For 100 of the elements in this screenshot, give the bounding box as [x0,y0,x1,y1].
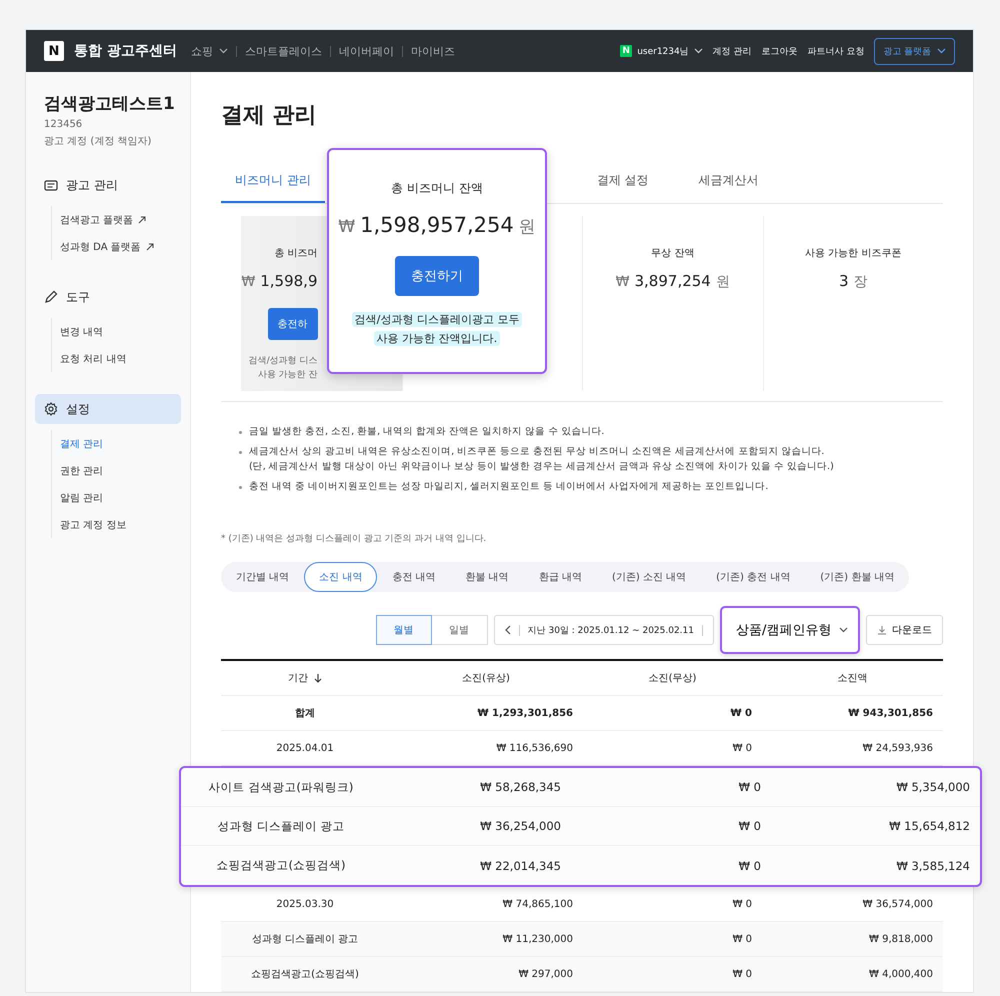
header-link[interactable]: 계정 관리 [712,44,752,58]
column-header[interactable]: 소진(무상) [583,671,762,685]
download-button[interactable]: 다운로드 [866,615,943,645]
table-cell-text: ₩ 0 [732,742,753,754]
free-balance-amount: 3,897,254 [634,272,711,290]
notice-text: 금일 발생한 충전, 소진, 환불, 내역의 합계와 잔액은 일치하지 않을 수 있습니다. [249,425,604,439]
bullet-icon [239,451,242,454]
sidebar-item[interactable]: 결제 관리 [60,430,181,457]
sidebar-item[interactable]: 변경 내역 [60,318,181,345]
balance-note: 검색/성과형 디스플레이광고 모두 [352,312,522,327]
table-cell-text: ₩ 0 [732,934,753,944]
platform-button[interactable]: 광고 플랫폼 [874,38,955,64]
notice-text: 세금계산서 상의 광고비 내역은 유상소진이며, 비즈쿠폰 등으로 충전된 무상 비즈머니 소진액은 세금계산서에 포함되지 않습니다. [249,445,826,459]
charge-button[interactable]: 충전하 [268,308,318,340]
balance-note: 검색/성과형 디스 [248,355,318,368]
unit-label: 장 [854,273,868,291]
sidebar-item[interactable]: 광고 계정 정보 [60,511,181,538]
nav-link[interactable]: 스마트플레이스 [244,44,322,58]
history-tab[interactable]: 기간별 내역 [221,562,304,592]
tab[interactable]: 비즈머니 관리 [221,160,325,203]
account-id: 123456 [43,119,84,130]
table-cell-text: ₩ 58,268,345 [479,780,562,794]
history-tab[interactable]: (기존) 충전 내역 [701,562,806,592]
unit-label: 원 [716,273,730,291]
table-cell-text: ₩ 36,254,000 [479,819,562,833]
table-cell-text: 합계 [294,707,316,720]
coupon-count: 3 [838,272,849,290]
footnote: * (기존) 내역은 성과형 디스플레이 광고 기준의 과거 내역 입니다. [221,533,488,545]
sidebar-item[interactable]: 검색광고 플랫폼 [60,206,181,233]
pencil-icon [44,290,58,304]
table-cell-text: ₩ 943,301,856 [847,708,934,718]
table-cell-text: ₩ 5,354,000 [895,780,971,794]
period-toggle[interactable]: 월별 [376,615,432,645]
header-link[interactable]: 로그아웃 [762,44,798,58]
period-toggle[interactable]: 일별 [432,615,488,645]
nav-link[interactable]: 네이버페이 [338,44,394,58]
table-cell-text: ₩ 0 [732,968,753,980]
table-cell-text: ₩ 0 [738,858,762,872]
balance-title: 총 비즈머 [274,247,318,260]
sidebar-item[interactable]: 요청 처리 내역 [60,345,181,372]
table-cell-text: 2025.03.30 [275,898,335,910]
history-tab[interactable]: (기존) 소진 내역 [596,562,702,592]
notice-text: (단, 세금계산서 발행 대상이 아닌 위약금이나 보상 등이 발생한 경우는 세금계산서 금액과 유상 소진액에 차이가 있을 수 있습니다.) [249,460,834,474]
bullet-icon [239,486,242,489]
charge-button[interactable]: 충전하기 [395,256,479,296]
sidebar-item[interactable]: 알림 관리 [60,484,181,511]
sidebar-section[interactable]: 광고 관리 [35,170,181,200]
table-cell-text: 성과형 디스플레이 광고 [216,818,346,834]
table-cell-text: 쇼핑검색광고(쇼핑검색) [250,968,360,981]
history-tab[interactable]: (기존) 환불 내역 [805,562,910,592]
notice-text: 충전 내역 중 네이버지원포인트는 성장 마일리지, 셀러지원포인트 등 네이버에서 사업자에게 제공하는 포인트입니다. [249,480,768,494]
column-header[interactable]: 소진액 [762,671,943,685]
chevron-down-icon [839,627,848,633]
nav-link[interactable]: 마이비즈 [410,44,455,58]
balance-note: 사용 가능한 잔액입니다. [374,331,500,346]
table-cell-text: ₩ 36,574,000 [862,898,934,910]
table-cell-text: ₩ 0 [738,780,762,794]
chevron-down-icon [937,48,946,54]
table-cell-text: ₩ 24,593,936 [862,742,934,754]
sidebar-section[interactable]: 도구 [35,282,181,312]
table-cell-text: ₩ 15,654,812 [888,819,971,833]
table-cell-text: ₩ 22,014,345 [479,858,562,872]
balance-amount: 1,598,957,254 [360,213,514,237]
table-cell-text: ₩ 297,000 [518,968,574,980]
history-tab[interactable]: 환급 내역 [524,562,597,592]
table-cell-text: ₩ 116,536,690 [495,742,574,754]
date-range-picker[interactable]: 지난 30일 : 2025.01.12 ~ 2025.02.11 [494,615,714,645]
sidebar-section[interactable]: 설정 [35,394,181,424]
group-dropdown[interactable]: 상품/캠페인유형 [720,606,860,654]
table-cell-text: 쇼핑검색광고(쇼핑검색) [216,858,346,873]
tab[interactable]: 세금계산서 [684,160,773,203]
history-tab[interactable]: 환불 내역 [450,562,524,592]
header-link[interactable]: 파트너사 요청 [808,44,864,58]
app-title: 통합 광고주센터 [74,42,177,60]
history-tab[interactable]: 소진 내역 [304,562,378,592]
table-cell-text: ₩ 3,585,124 [895,858,971,872]
user-name[interactable]: user1234님 [637,44,689,58]
unit-label: 원 [518,216,536,238]
logo[interactable]: N [44,41,64,61]
sidebar-item[interactable]: 성과형 DA 플랫폼 [60,233,181,260]
sidebar-item[interactable]: 권한 관리 [60,457,181,484]
account-name: 검색광고테스트1 [43,93,176,115]
ad-card-icon [44,180,58,190]
chevron-left-icon [504,625,511,635]
table-cell-text: 사이트 검색광고(파워링크) [208,780,354,794]
table-cell-text: ₩ 0 [738,819,762,833]
column-header[interactable]: 기간 [221,671,389,685]
table-cell-text: ₩ 11,230,000 [502,934,574,944]
table-cell-text: ₩ 9,818,000 [868,934,934,944]
account-role: 광고 계정 (계정 책임자) [43,135,152,148]
table-cell-text: 성과형 디스플레이 광고 [250,933,360,946]
balance-note: 사용 가능한 잔 [256,369,318,382]
table-cell-text: ₩ 0 [730,708,753,718]
table-cell-text: ₩ 1,293,301,856 [476,708,574,718]
user-badge: N [620,45,632,57]
chevron-down-icon [694,48,703,54]
history-tab[interactable]: 충전 내역 [377,562,451,592]
column-header[interactable]: 소진(유상) [389,671,583,685]
nav-link[interactable]: 쇼핑 [190,44,228,58]
tab[interactable]: 결제 설정 [582,160,663,203]
